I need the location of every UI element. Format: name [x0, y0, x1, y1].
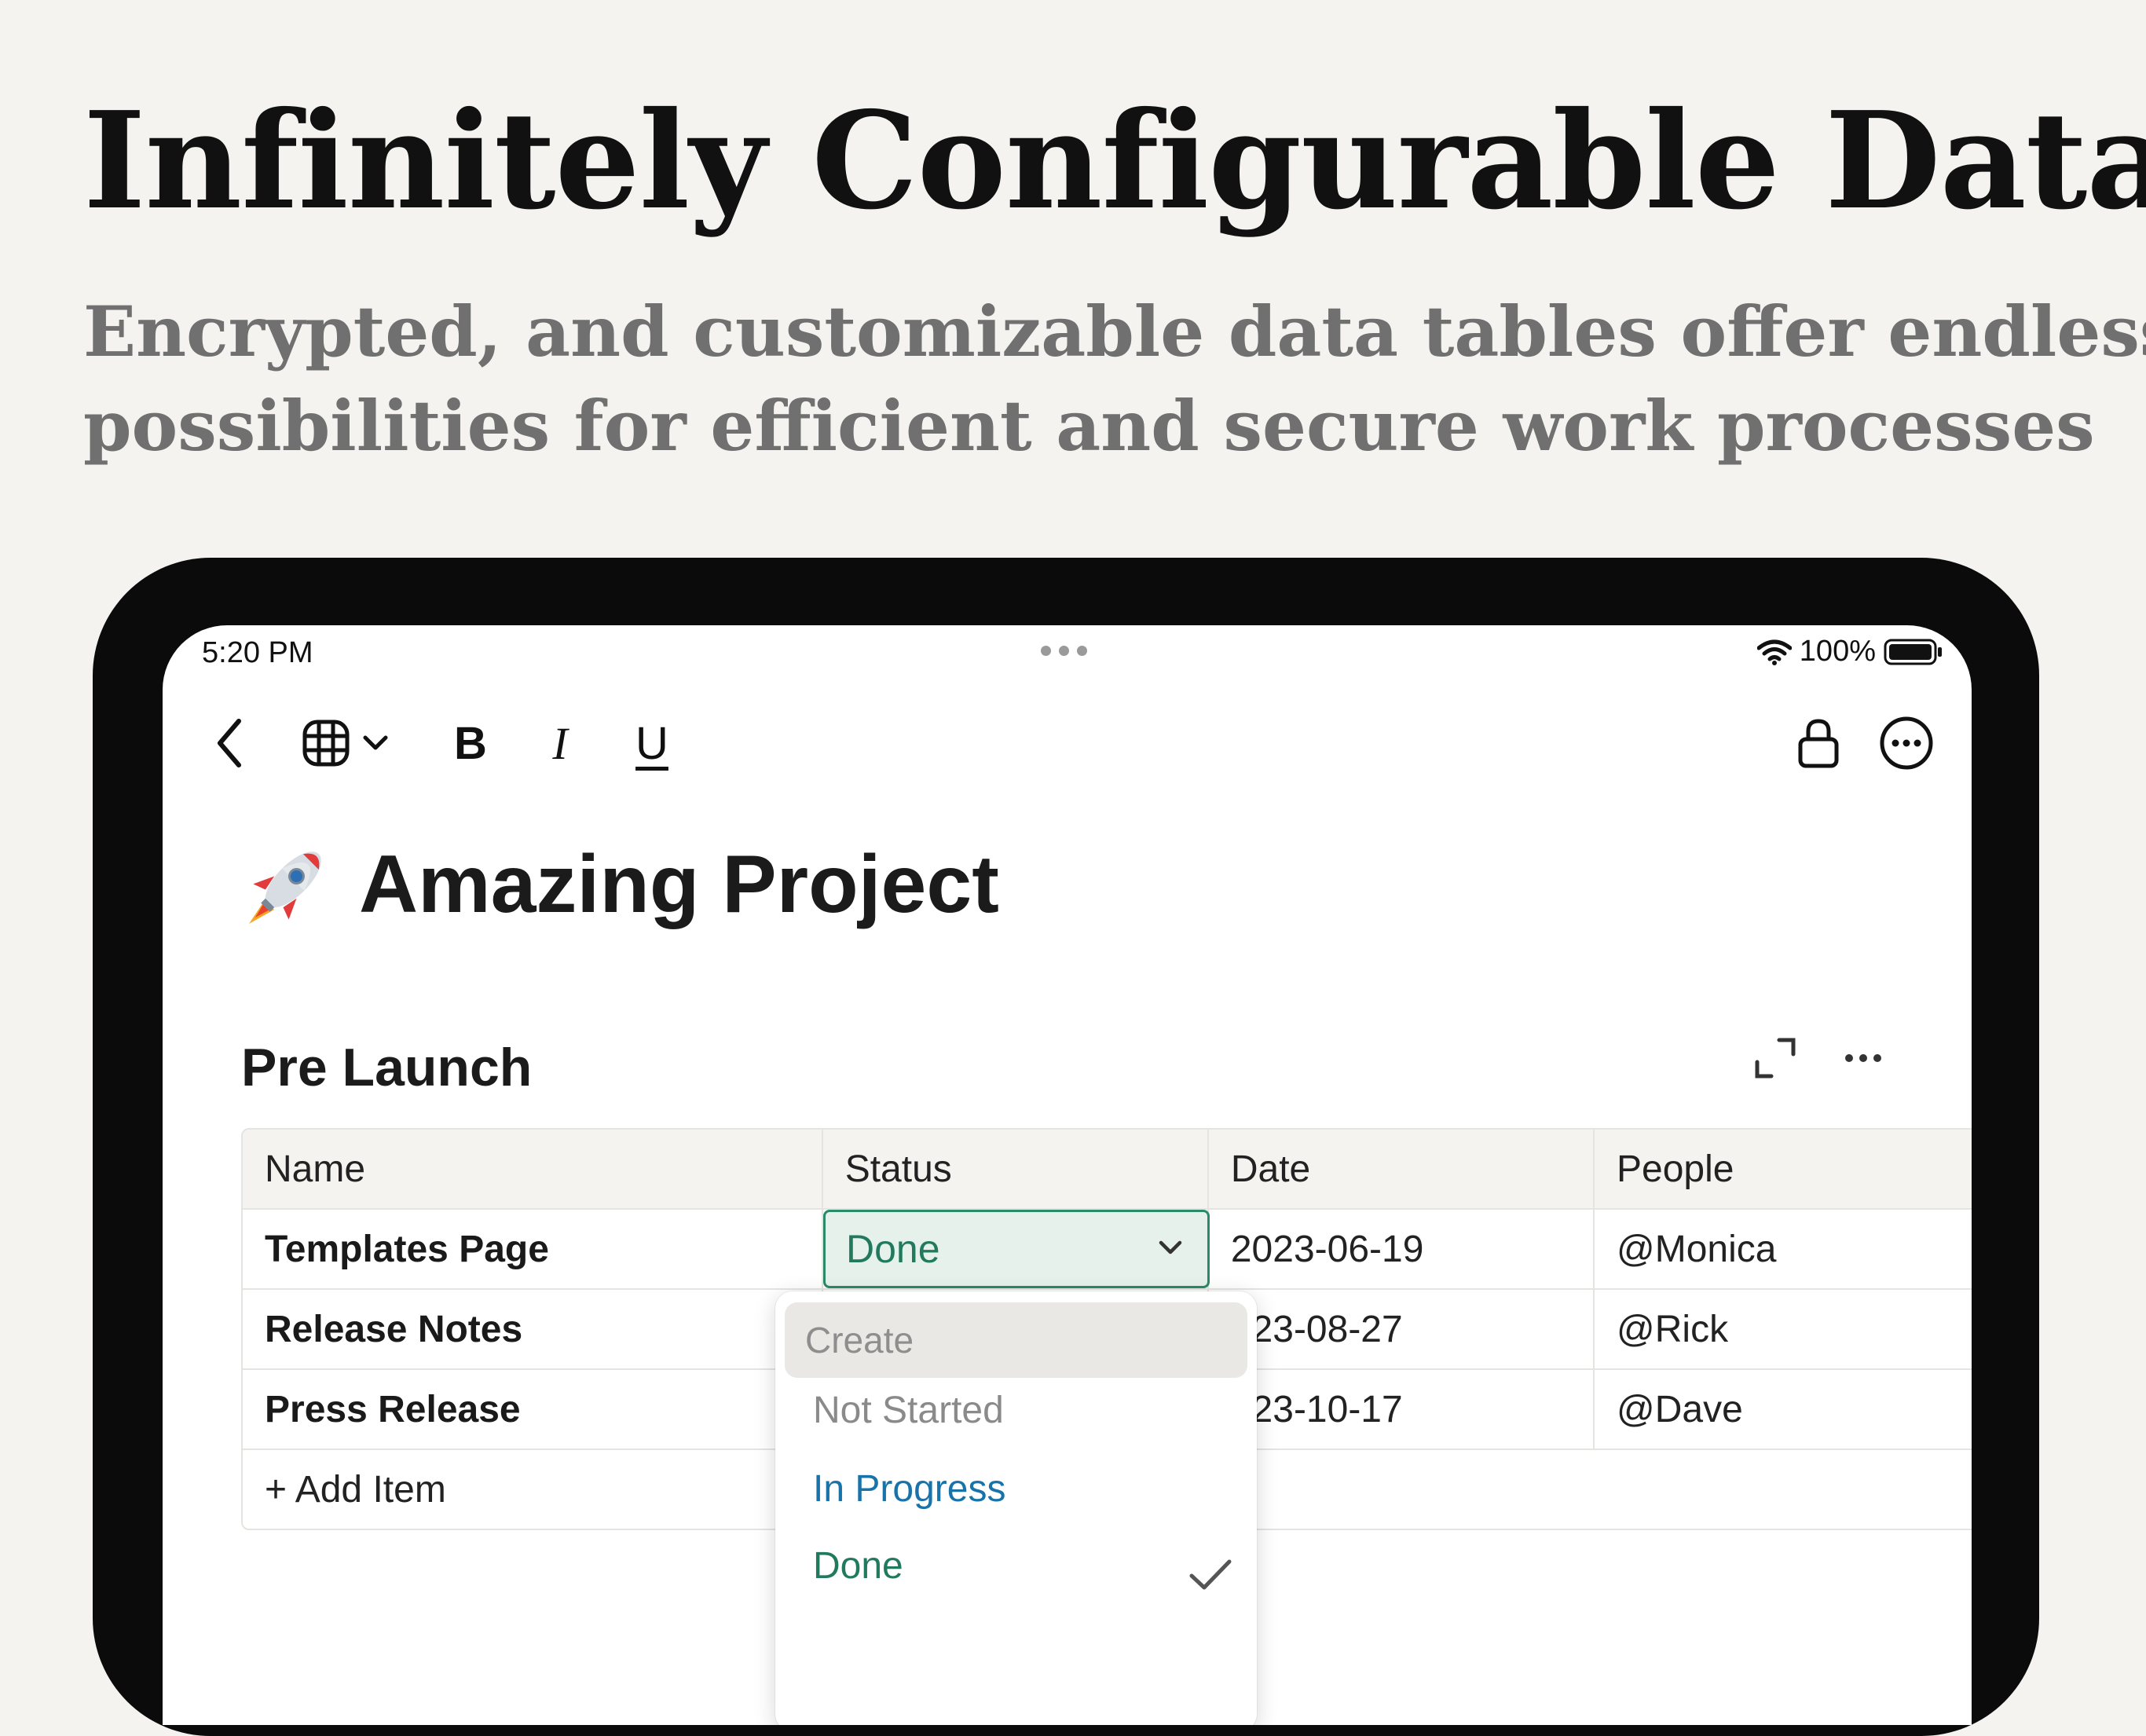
underline-button[interactable]: U [621, 704, 683, 782]
subheadline-line-1: Encrypted, and customizable data tables … [83, 291, 2146, 372]
lock-icon [1798, 719, 1839, 768]
cell-people[interactable]: @Rick [1595, 1290, 1972, 1368]
create-option-input[interactable]: Create [785, 1302, 1247, 1378]
subheadline-line-2: possibilities for efficient and secure w… [83, 385, 2095, 467]
column-header-name[interactable]: Name [243, 1130, 823, 1208]
lock-button[interactable] [1787, 704, 1850, 782]
rocket-icon [249, 852, 321, 924]
option-in-progress[interactable]: In Progress [813, 1466, 1005, 1513]
checkmark-icon [1189, 1559, 1232, 1590]
column-header-people[interactable]: People [1595, 1130, 1972, 1208]
ellipsis-circle-icon [1880, 716, 1933, 770]
editor-toolbar: B I U [163, 704, 1972, 782]
table-title[interactable]: Pre Launch [241, 1037, 532, 1098]
table-more-icon[interactable] [1844, 1053, 1883, 1064]
table-menu-button[interactable] [295, 704, 397, 782]
status-indicators: 100% [1756, 635, 1943, 668]
multitasking-dots[interactable] [1041, 646, 1087, 656]
cell-date[interactable]: 023-08-27 [1209, 1290, 1595, 1368]
cell-name[interactable]: Release Notes [243, 1290, 823, 1368]
page-title-text[interactable]: Amazing Project [359, 838, 999, 932]
chevron-left-icon [218, 719, 241, 767]
back-button[interactable] [202, 704, 257, 782]
subheadline: Encrypted, and customizable data tables … [83, 284, 2146, 473]
italic-icon: I [552, 717, 568, 769]
cell-name[interactable]: Templates Page [243, 1210, 823, 1288]
status-select[interactable]: Done [823, 1210, 1210, 1288]
ipad-screen: 5:20 PM 100% B I U Amazing Project Pre L… [163, 625, 1972, 1725]
cell-date[interactable]: 023-10-17 [1209, 1370, 1595, 1448]
chevron-down-icon [1159, 1240, 1182, 1254]
column-header-status[interactable]: Status [823, 1130, 1209, 1208]
option-done[interactable]: Done [813, 1543, 903, 1590]
underline-icon: U [635, 717, 668, 769]
column-header-date[interactable]: Date [1209, 1130, 1595, 1208]
option-not-started[interactable]: Not Started [813, 1387, 1004, 1434]
wifi-icon [1756, 639, 1792, 665]
bold-button[interactable]: B [439, 704, 502, 782]
chevron-down-icon [363, 735, 388, 750]
cell-people[interactable]: @Monica [1595, 1210, 1972, 1288]
cell-name[interactable]: Press Release [243, 1370, 823, 1448]
battery-percent: 100% [1799, 635, 1876, 668]
page-title: Amazing Project [241, 837, 999, 932]
status-time: 5:20 PM [202, 636, 313, 669]
headline: Infinitely Configurable Data [83, 82, 2146, 240]
bold-icon: B [454, 717, 487, 769]
battery-icon [1884, 639, 1942, 665]
status-bar: 5:20 PM 100% [163, 625, 1972, 682]
status-select-value: Done [846, 1227, 940, 1271]
expand-icon[interactable] [1754, 1037, 1796, 1079]
table-header-row: Name Status Date People [243, 1130, 1972, 1210]
table-actions [1754, 1037, 1883, 1079]
status-dropdown: Create Not Started In Progress Done [775, 1291, 1257, 1725]
cell-people[interactable]: @Dave [1595, 1370, 1972, 1448]
grid-icon [302, 720, 350, 767]
more-options-button[interactable] [1875, 704, 1938, 782]
cell-date[interactable]: 2023-06-19 [1209, 1210, 1595, 1288]
italic-button[interactable]: I [529, 704, 591, 782]
